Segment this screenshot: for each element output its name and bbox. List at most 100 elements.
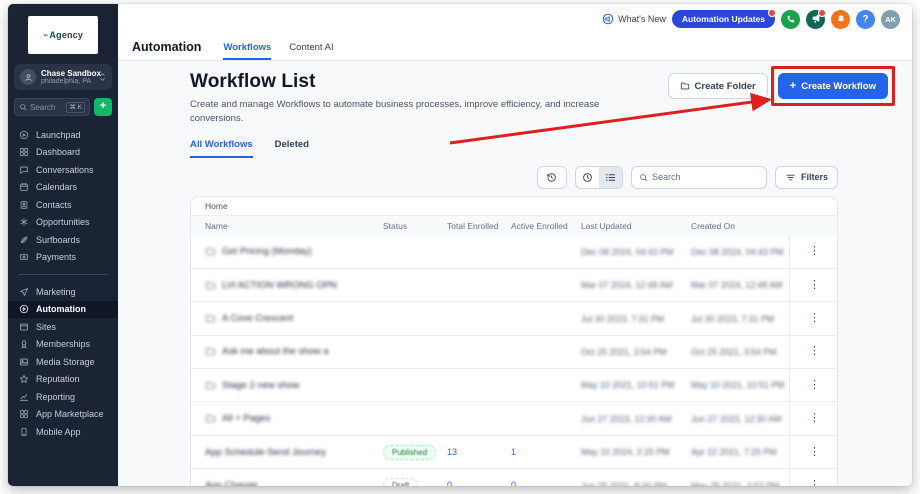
sidebar-item-launchpad[interactable]: Launchpad bbox=[8, 126, 118, 144]
workflow-search[interactable] bbox=[631, 166, 767, 189]
workflow-name-cell[interactable]: All + Pages bbox=[191, 413, 383, 424]
whats-new-button[interactable]: What's New bbox=[602, 13, 666, 25]
workflow-name-cell[interactable]: Stage 2 new show bbox=[191, 380, 383, 391]
sidebar-item-media-storage[interactable]: Media Storage bbox=[8, 353, 118, 371]
kebab-menu-icon[interactable]: ⋮ bbox=[803, 377, 826, 394]
sidebar-item-label: Marketing bbox=[36, 287, 76, 297]
sidebar-item-conversations[interactable]: Conversations bbox=[8, 161, 118, 179]
create-folder-label: Create Folder bbox=[695, 81, 756, 92]
workflow-search-input[interactable] bbox=[652, 172, 759, 182]
filters-button[interactable]: Filters bbox=[775, 166, 838, 189]
automation-updates-button[interactable]: Automation Updates bbox=[672, 10, 775, 28]
created-on: Dec 08 2024, 04:43 PM bbox=[691, 247, 789, 257]
table-header: Name Status Total Enrolled Active Enroll… bbox=[191, 216, 837, 236]
status-badge: Draft bbox=[383, 478, 418, 486]
sidebar-nav-primary: Launchpad Dashboard ConversationsCalendars… bbox=[8, 124, 118, 268]
sidebar-item-label: Media Storage bbox=[36, 357, 95, 367]
create-folder-button[interactable]: Create Folder bbox=[668, 73, 768, 99]
row-actions-cell: ⋮ bbox=[789, 236, 838, 268]
broadcast-button[interactable] bbox=[806, 10, 825, 29]
folder-icon bbox=[205, 413, 216, 424]
sidebar-item-marketing[interactable]: Marketing bbox=[8, 283, 118, 301]
kebab-menu-icon[interactable]: ⋮ bbox=[803, 277, 826, 294]
active-enrolled-cell: 1 bbox=[511, 447, 581, 458]
tab-content-ai[interactable]: Content AI bbox=[289, 34, 333, 60]
sidebar-search-input[interactable] bbox=[30, 103, 63, 112]
agency-logo[interactable]: ⌁ Agency bbox=[28, 16, 98, 54]
sidebar-item-label: Dashboard bbox=[36, 147, 80, 157]
last-updated: Mar 07 2024, 12:48 AM bbox=[581, 280, 691, 290]
kebab-menu-icon[interactable]: ⋮ bbox=[803, 343, 826, 360]
sidebar-item-label: Automation bbox=[36, 304, 86, 314]
plus-icon: + bbox=[790, 81, 796, 92]
table-row[interactable]: LVI ACTION WRONG OPN Mar 07 2024, 12:48 A… bbox=[191, 269, 837, 302]
sidebar-item-reporting[interactable]: Reporting bbox=[8, 388, 118, 406]
launchpad-icon bbox=[18, 129, 29, 140]
active-enrolled-link[interactable]: 1 bbox=[511, 447, 516, 457]
workflow-name-cell[interactable]: Get Pricing (Monday) bbox=[191, 246, 383, 257]
sidebar-item-app-marketplace[interactable]: App Marketplace bbox=[8, 406, 118, 424]
view-toggle bbox=[575, 166, 623, 189]
history-button[interactable] bbox=[537, 166, 567, 189]
phone-button[interactable] bbox=[781, 10, 800, 29]
workflow-name-cell[interactable]: App Schedule-Send Journey bbox=[191, 447, 383, 458]
sidebar-item-memberships[interactable]: Memberships bbox=[8, 336, 118, 354]
created-on: Jul 30 2023, 7:31 PM bbox=[691, 314, 789, 324]
sidebar-item-label: App Marketplace bbox=[36, 409, 104, 419]
help-button[interactable]: ? bbox=[856, 10, 875, 29]
sidebar-item-reputation[interactable]: Reputation bbox=[8, 371, 118, 389]
create-workflow-button[interactable]: + Create Workflow bbox=[778, 73, 888, 99]
table-row[interactable]: A Cove CrescentJul 30 2023, 7:31 PMJul 3… bbox=[191, 302, 837, 335]
table-row[interactable]: All + PagesJun 27 2023, 12:30 AMJun 27 2… bbox=[191, 402, 837, 435]
page-title: Workflow List bbox=[190, 71, 600, 93]
content-area: Workflow List Create and manage Workflow… bbox=[118, 61, 912, 486]
workflow-name-cell[interactable]: A Cove Crescent bbox=[191, 313, 383, 324]
table-row[interactable]: App ChangeDraft00Jun 25 2021, 8:30 PMMay… bbox=[191, 469, 837, 486]
sidebar-item-sites[interactable]: Sites bbox=[8, 318, 118, 336]
kebab-menu-icon[interactable]: ⋮ bbox=[803, 243, 826, 260]
active-enrolled-link[interactable]: 0 bbox=[511, 480, 516, 486]
total-enrolled-link[interactable]: 13 bbox=[447, 447, 457, 457]
tab-all-workflows[interactable]: All Workflows bbox=[190, 139, 253, 158]
sidebar-item-calendars[interactable]: Calendars bbox=[8, 179, 118, 197]
list-view-button[interactable] bbox=[599, 167, 622, 188]
account-switcher[interactable]: Chase Sandbox philadelphia, PA bbox=[14, 64, 112, 90]
workflow-name: Stage 2 new show bbox=[222, 380, 300, 391]
sidebar-item-automation[interactable]: Automation bbox=[8, 301, 118, 319]
table-row[interactable]: App Schedule-Send JourneyPublished131May… bbox=[191, 436, 837, 469]
sidebar-item-surfboards[interactable]: Surfboards bbox=[8, 231, 118, 249]
breadcrumb[interactable]: Home bbox=[191, 197, 837, 216]
recent-view-button[interactable] bbox=[576, 167, 599, 188]
tab-workflows[interactable]: Workflows bbox=[223, 34, 271, 60]
notifications-button[interactable] bbox=[831, 10, 850, 29]
kebab-menu-icon[interactable]: ⋮ bbox=[803, 444, 826, 461]
tab-deleted[interactable]: Deleted bbox=[275, 139, 309, 158]
workflow-table: Home Name Status Total Enrolled Active E… bbox=[190, 196, 838, 486]
section-header: Automation Workflows Content AI bbox=[118, 34, 912, 61]
row-actions-cell: ⋮ bbox=[789, 369, 838, 401]
kebab-menu-icon[interactable]: ⋮ bbox=[803, 477, 826, 486]
sidebar-item-payments[interactable]: Payments bbox=[8, 249, 118, 267]
quick-add-button[interactable]: + bbox=[94, 98, 112, 116]
bell-icon bbox=[836, 14, 846, 24]
col-active-enrolled: Active Enrolled bbox=[511, 221, 581, 231]
sidebar-search-row: ⌘ K + bbox=[14, 98, 112, 116]
filter-icon bbox=[785, 172, 796, 183]
sidebar-item-opportunities[interactable]: Opportunities bbox=[8, 214, 118, 232]
table-row[interactable]: Stage 2 new showMay 10 2021, 10:51 PMMay… bbox=[191, 369, 837, 402]
kebab-menu-icon[interactable]: ⋮ bbox=[803, 410, 826, 427]
sidebar-item-contacts[interactable]: Contacts bbox=[8, 196, 118, 214]
sidebar-item-dashboard[interactable]: Dashboard bbox=[8, 144, 118, 162]
table-row[interactable]: Ask me about the show aOct 25 2021, 3:54… bbox=[191, 336, 837, 369]
sidebar-item-mobile-app[interactable]: Mobile App bbox=[8, 423, 118, 441]
status-cell: Draft bbox=[383, 478, 447, 486]
workflow-name-cell[interactable]: Ask me about the show a bbox=[191, 346, 383, 357]
opportunities-icon bbox=[18, 217, 29, 228]
kebab-menu-icon[interactable]: ⋮ bbox=[803, 310, 826, 327]
user-avatar[interactable]: AK bbox=[881, 10, 900, 29]
table-row[interactable]: Get Pricing (Monday) Dec 08 2024, 04:43 P… bbox=[191, 236, 837, 269]
workflow-name-cell[interactable]: LVI ACTION WRONG OPN bbox=[191, 280, 383, 291]
sidebar-search[interactable]: ⌘ K bbox=[14, 98, 90, 116]
workflow-name-cell[interactable]: App Change bbox=[191, 480, 383, 486]
total-enrolled-link[interactable]: 0 bbox=[447, 480, 452, 486]
